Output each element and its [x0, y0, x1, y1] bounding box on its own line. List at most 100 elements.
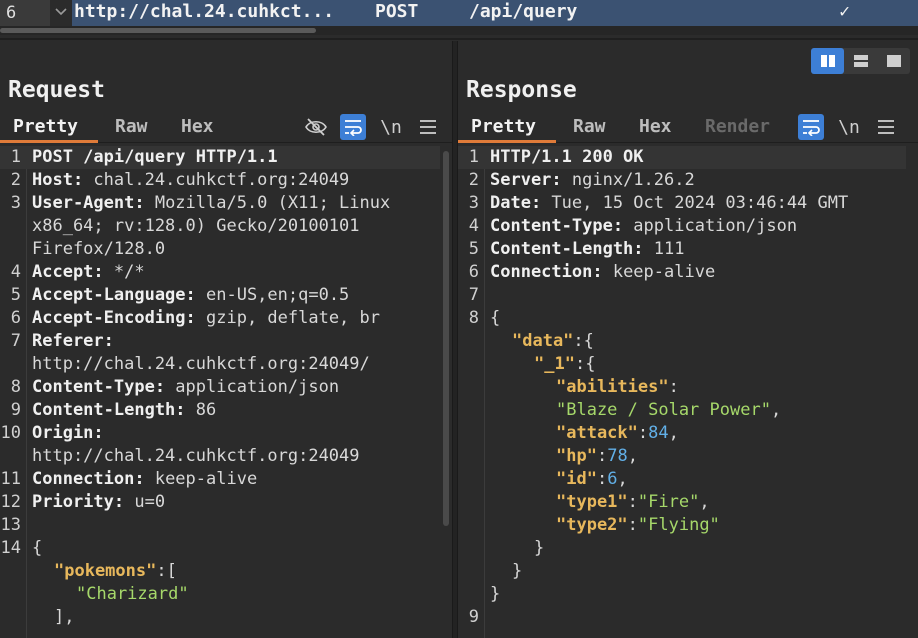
response-tab-raw[interactable]: Raw — [573, 113, 606, 143]
code-text: POST /api/query HTTP/1.1 — [32, 146, 278, 169]
code-text: Firefox/128.0 — [32, 238, 165, 261]
request-title: Request — [8, 77, 105, 103]
line-number: 9 — [468, 607, 479, 627]
code-line: 14 { — [0, 537, 440, 560]
history-row[interactable]: 6 http://chal.24.cuhkct... POST /api/que… — [0, 0, 918, 26]
code-text: Accept: */* — [32, 261, 145, 284]
json-key: "abilities" — [556, 377, 669, 397]
code-line: 9 — [458, 606, 906, 629]
response-tab-hex[interactable]: Hex — [639, 113, 672, 143]
header-name: POST /api/query HTTP/1.1 — [32, 147, 278, 167]
request-vertical-scrollbar[interactable] — [443, 151, 449, 526]
code-line: http://chal.24.cuhkctf.org:24049/ — [0, 353, 440, 376]
code-text: Accept-Encoding: gzip, deflate, br — [32, 307, 380, 330]
request-tab-raw[interactable]: Raw — [115, 113, 148, 143]
line-number: 5 — [10, 285, 21, 305]
line-number: 5 — [468, 239, 479, 259]
header-name: Content-Length: — [32, 400, 186, 420]
code-line: 4 Accept: */* — [0, 261, 440, 284]
scrollbar-thumb[interactable] — [0, 28, 316, 33]
newline-toggle[interactable]: \n — [378, 113, 404, 141]
response-tab-render[interactable]: Render — [705, 113, 770, 143]
request-pane: Request Pretty Raw Hex \n 1 POST /api/que… — [0, 41, 452, 638]
code-text: http://chal.24.cuhkctf.org:24049/ — [32, 353, 370, 376]
response-tab-pretty[interactable]: Pretty — [458, 113, 556, 143]
code-line: "type2":"Flying" — [556, 515, 720, 535]
line-number: 1 — [468, 147, 479, 167]
line-number: 1 — [10, 147, 21, 167]
code-line: } — [458, 560, 906, 583]
line-number: 13 — [0, 515, 21, 535]
code-text: Connection: keep-alive — [490, 261, 715, 284]
line-number: 7 — [10, 331, 21, 351]
json-punct: } — [490, 584, 501, 604]
code-text: Content-Type: application/json — [32, 376, 339, 399]
response-editor[interactable]: 1 HTTP/1.1 200 OK 2 Server: nginx/1.26.2 3 Da… — [458, 146, 918, 638]
code-text: x86_64; rv:128.0) Gecko/20100101 — [32, 215, 360, 238]
json-string: "Blaze / Solar Power" — [556, 400, 771, 420]
layout-toggle — [811, 48, 910, 74]
code-line: 6 Connection: keep-alive — [458, 261, 906, 284]
request-tab-pretty[interactable]: Pretty — [0, 113, 98, 143]
json-key: "data" — [512, 331, 574, 351]
menu-icon[interactable] — [415, 113, 441, 141]
history-method: POST — [375, 1, 419, 22]
json-key: "type1" — [556, 492, 628, 512]
code-line: 2 Server: nginx/1.26.2 — [458, 169, 906, 192]
header-name: Connection: — [490, 262, 603, 282]
header-value: keep-alive — [602, 262, 716, 282]
header-value: keep-alive — [144, 469, 258, 489]
header-name: Origin: — [32, 423, 104, 443]
header-value: en-US,en;q=0.5 — [195, 285, 350, 305]
code-text: Accept-Language: en-US,en;q=0.5 — [32, 284, 349, 307]
line-number: 4 — [10, 262, 21, 282]
newline-toggle[interactable]: \n — [836, 113, 862, 141]
header-name: Connection: — [32, 469, 145, 489]
line-number: 6 — [468, 262, 479, 282]
single-pane-icon[interactable] — [877, 48, 910, 74]
wrap-lines-icon[interactable] — [340, 114, 366, 140]
line-number: 4 — [468, 216, 479, 236]
json-key: "_1" — [534, 354, 575, 374]
horizontal-scrollbar[interactable] — [0, 26, 918, 35]
history-url-cell[interactable]: http://chal.24.cuhkct... POST /api/query… — [72, 0, 918, 26]
header-value: Tue, 15 Oct 2024 03:46:44 GMT — [541, 193, 849, 213]
hide-eye-icon[interactable] — [303, 113, 329, 141]
header-name: Host: — [32, 170, 84, 190]
check-icon: ✓ — [839, 1, 850, 22]
line-number: 11 — [0, 469, 21, 489]
json-punct: : — [668, 377, 679, 397]
code-line: "hp":78, — [556, 446, 638, 466]
header-value: application/json — [623, 216, 798, 236]
history-path: /api/query — [469, 1, 578, 22]
header-name: Referer: — [32, 331, 114, 351]
code-line: "attack":84, — [556, 423, 679, 443]
separator — [0, 38, 918, 40]
code-line: "Charizard" — [0, 583, 440, 606]
history-host: http://chal.24.cuhkct... — [74, 1, 335, 22]
json-string: "Flying" — [637, 515, 720, 535]
code-line: } — [458, 537, 906, 560]
json-string: "Fire" — [637, 492, 700, 512]
code-line: 2 Host: chal.24.cuhkctf.org:24049 — [0, 169, 440, 192]
line-number: 9 — [10, 400, 21, 420]
code-line: "_1":{ — [458, 353, 906, 376]
response-tabs: Pretty Raw Hex Render \n — [458, 113, 918, 143]
split-columns-icon[interactable] — [811, 48, 844, 74]
header-name: Content-Type: — [32, 377, 166, 397]
code-line: "data":{ — [458, 330, 906, 353]
code-text: Content-Length: 86 — [32, 399, 216, 422]
code-line: http://chal.24.cuhkctf.org:24049 — [0, 445, 440, 468]
code-line: "pokemons":[ — [0, 560, 440, 583]
split-rows-icon[interactable] — [844, 48, 877, 74]
chevron-down-icon[interactable] — [50, 0, 72, 26]
request-editor[interactable]: 1 POST /api/query HTTP/1.1 2 Host: chal.24.… — [0, 146, 452, 638]
json-punct: :{ — [573, 331, 594, 351]
json-punct: ], — [54, 607, 75, 627]
json-number: 6 — [607, 469, 618, 489]
request-tab-hex[interactable]: Hex — [181, 113, 214, 143]
wrap-lines-icon[interactable] — [798, 114, 824, 140]
code-text: Connection: keep-alive — [32, 468, 257, 491]
code-line: 1 HTTP/1.1 200 OK — [458, 146, 906, 169]
menu-icon[interactable] — [873, 113, 899, 141]
